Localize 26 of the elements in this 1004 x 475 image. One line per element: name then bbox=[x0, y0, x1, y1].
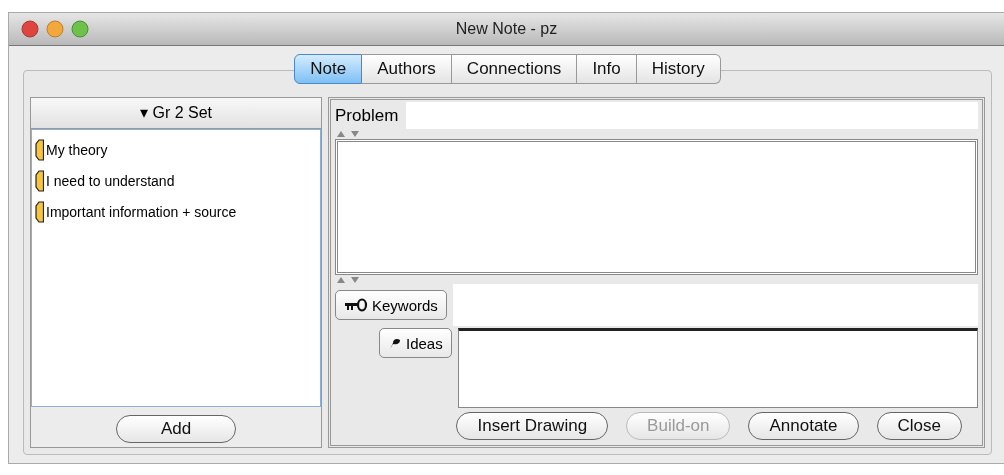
action-button[interactable]: Annotate bbox=[748, 412, 859, 440]
scaffold-item[interactable]: My theory bbox=[46, 141, 108, 158]
window-title: New Note - pz bbox=[455, 20, 558, 38]
tab[interactable]: Connections bbox=[451, 54, 578, 84]
scaffold-tag-icon bbox=[35, 138, 44, 161]
scaffold-tag-icon bbox=[35, 200, 44, 223]
add-button[interactable]: Add bbox=[116, 415, 236, 443]
set-selector[interactable]: ▾ Gr 2 Set bbox=[31, 98, 321, 129]
minimize-button[interactable] bbox=[46, 20, 64, 38]
keywords-button[interactable]: Keywords bbox=[335, 290, 447, 320]
tab[interactable]: Note bbox=[294, 54, 363, 84]
zoom-button[interactable] bbox=[71, 20, 89, 38]
note-text-area[interactable] bbox=[335, 139, 978, 275]
scaffold-item[interactable]: I need to understand bbox=[46, 172, 175, 189]
close-button[interactable] bbox=[21, 20, 39, 38]
action-button[interactable]: Close bbox=[876, 412, 962, 440]
tab[interactable]: Authors bbox=[362, 54, 452, 84]
key-icon bbox=[344, 298, 368, 312]
tab[interactable]: History bbox=[636, 54, 721, 84]
scaffold-tag-icon bbox=[35, 169, 44, 192]
action-button[interactable]: Insert Drawing bbox=[456, 412, 609, 440]
ideas-button[interactable]: Ideas bbox=[379, 328, 452, 358]
ideas-field[interactable] bbox=[457, 328, 978, 408]
problem-label: Problem bbox=[335, 105, 400, 126]
scaffold-item[interactable]: Important information + source bbox=[46, 203, 237, 220]
tab[interactable]: Info bbox=[577, 54, 637, 84]
